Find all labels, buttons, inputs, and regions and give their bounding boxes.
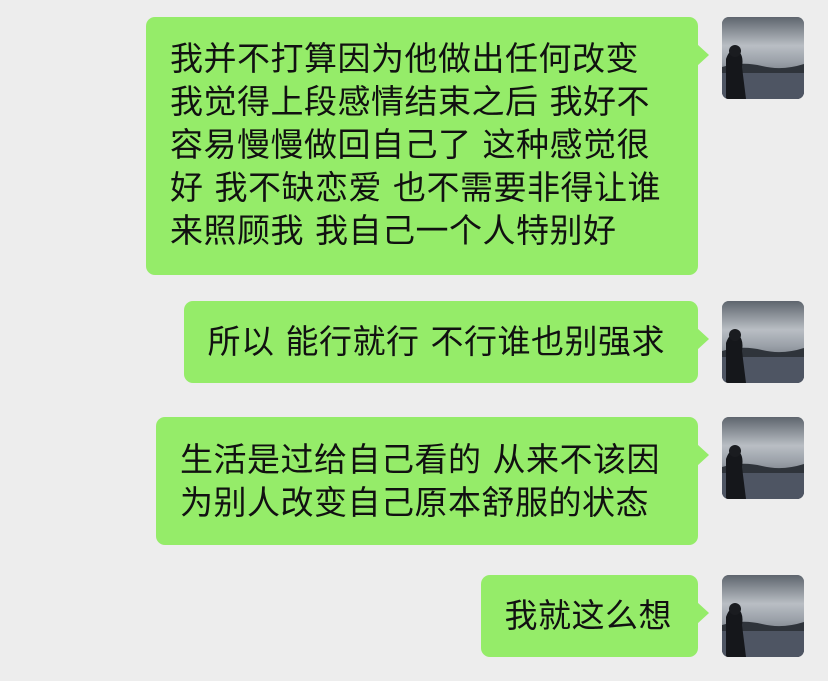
message-row: 我并不打算因为他做出任何改变 我觉得上段感情结束之后 我好不容易慢慢做回自己了 …: [146, 17, 804, 275]
avatar[interactable]: [722, 417, 804, 499]
message-text: 我并不打算因为他做出任何改变 我觉得上段感情结束之后 我好不容易慢慢做回自己了 …: [170, 39, 661, 250]
avatar-photo-icon: [722, 17, 804, 99]
message-bubble[interactable]: 生活是过给自己看的 从来不该因为别人改变自己原本舒服的状态: [156, 417, 709, 545]
message-bubble[interactable]: 我并不打算因为他做出任何改变 我觉得上段感情结束之后 我好不容易慢慢做回自己了 …: [146, 17, 709, 275]
chat-area: 我并不打算因为他做出任何改变 我觉得上段感情结束之后 我好不容易慢慢做回自己了 …: [0, 0, 828, 681]
message-row: 我就这么想: [480, 575, 804, 657]
avatar-photo-icon: [722, 417, 804, 499]
message-row: 所以 能行就行 不行谁也别强求: [183, 301, 804, 383]
avatar-photo-icon: [722, 301, 804, 383]
message-text: 我就这么想: [504, 596, 672, 635]
message-text: 生活是过给自己看的 从来不该因为别人改变自己原本舒服的状态: [180, 440, 660, 522]
message-bubble[interactable]: 所以 能行就行 不行谁也别强求: [183, 301, 710, 383]
message-row: 生活是过给自己看的 从来不该因为别人改变自己原本舒服的状态: [156, 417, 804, 545]
avatar[interactable]: [722, 301, 804, 383]
avatar[interactable]: [722, 17, 804, 99]
avatar[interactable]: [722, 575, 804, 657]
message-bubble[interactable]: 我就这么想: [480, 575, 709, 657]
avatar-photo-icon: [722, 575, 804, 657]
message-text: 所以 能行就行 不行谁也别强求: [207, 322, 665, 361]
